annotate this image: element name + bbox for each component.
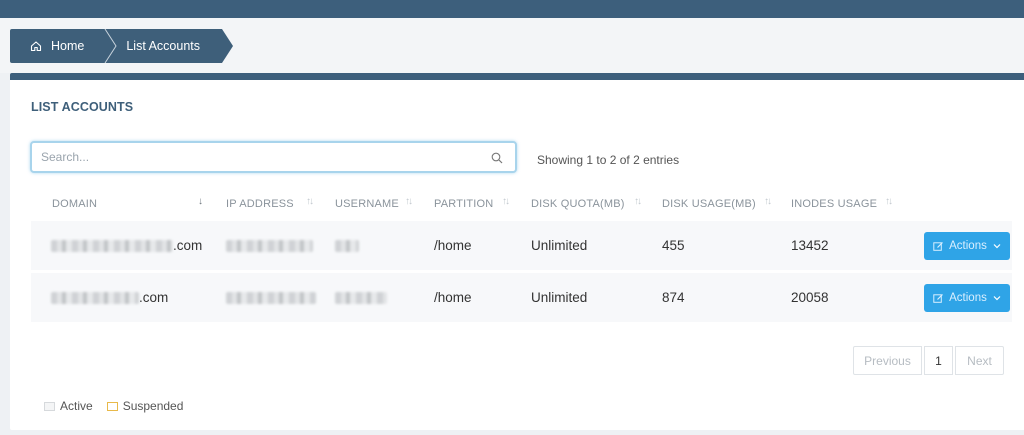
domain-suffix: .com	[173, 238, 203, 253]
sort-desc-icon[interactable]: ↓	[198, 196, 203, 207]
column-label: DISK USAGE(MB)	[662, 198, 756, 210]
table-row: .com /home Unlimited 455 13452 Actions	[31, 221, 1012, 270]
sort-icon[interactable]: ↑↓	[405, 196, 413, 207]
disk-quota-cell: Unlimited	[531, 290, 588, 305]
active-swatch	[44, 401, 55, 411]
legend-label: Suspended	[122, 399, 184, 413]
breadcrumb-home-label: Home	[51, 39, 85, 53]
legend-active: Active	[44, 399, 93, 413]
top-bar	[0, 0, 1024, 18]
sort-icon[interactable]: ↑↓	[502, 196, 510, 207]
column-disk-usage[interactable]: DISK USAGE(MB)	[662, 194, 756, 214]
actions-button[interactable]: Actions	[924, 232, 1010, 260]
sort-icon[interactable]: ↑↓	[306, 196, 314, 207]
edit-icon	[933, 241, 944, 252]
actions-button[interactable]: Actions	[924, 284, 1010, 312]
chevron-down-icon	[993, 295, 1001, 301]
column-inodes-usage[interactable]: INODES USAGE	[791, 194, 877, 214]
username-cell	[335, 273, 387, 322]
column-partition[interactable]: PARTITION	[434, 194, 493, 214]
disk-usage-cell: 874	[662, 290, 685, 305]
column-label: INODES USAGE	[791, 198, 878, 210]
domain-cell: .com	[51, 273, 168, 322]
redacted-text	[335, 291, 387, 304]
column-label: PARTITION	[434, 198, 494, 210]
redacted-text	[335, 239, 359, 252]
pagination-previous[interactable]: Previous	[853, 346, 922, 375]
table-header: DOMAIN ↓ IP ADDRESS ↑↓ USERNAME ↑↓ PARTI…	[31, 194, 1012, 214]
breadcrumb-current: List Accounts	[120, 29, 222, 63]
inodes-usage-cell: 13452	[791, 238, 829, 253]
pagination-page-1[interactable]: 1	[924, 346, 953, 375]
sort-icon[interactable]: ↑↓	[634, 196, 642, 207]
ip-cell	[226, 221, 313, 270]
suspended-swatch	[106, 401, 118, 411]
edit-icon	[933, 293, 944, 304]
entries-info: Showing 1 to 2 of 2 entries	[537, 153, 680, 167]
actions-label: Actions	[949, 292, 987, 304]
redacted-text	[51, 239, 173, 252]
redacted-text	[51, 291, 139, 304]
column-label: DOMAIN	[52, 198, 98, 210]
redacted-text	[226, 239, 313, 252]
legend-suspended: Suspended	[106, 399, 184, 413]
column-domain[interactable]: DOMAIN	[52, 194, 97, 214]
breadcrumb-arrow	[222, 29, 233, 63]
breadcrumb-separator	[102, 29, 121, 63]
partition-cell: /home	[434, 238, 472, 253]
home-icon	[30, 40, 42, 52]
sort-icon[interactable]: ↑↓	[885, 196, 893, 207]
chevron-down-icon	[993, 243, 1001, 249]
column-disk-quota[interactable]: DISK QUOTA(MB)	[531, 194, 625, 214]
panel-title: LIST ACCOUNTS	[31, 100, 134, 114]
sort-icon[interactable]: ↑↓	[764, 196, 772, 207]
status-legend: Active Suspended	[44, 399, 197, 413]
disk-usage-cell: 455	[662, 238, 685, 253]
disk-quota-cell: Unlimited	[531, 238, 588, 253]
column-label: IP ADDRESS	[226, 198, 294, 210]
pagination-next[interactable]: Next	[955, 346, 1004, 375]
search-box	[30, 141, 517, 173]
search-input[interactable]	[32, 143, 472, 171]
domain-cell: .com	[51, 221, 202, 270]
actions-label: Actions	[949, 240, 987, 252]
inodes-usage-cell: 20058	[791, 290, 829, 305]
column-label: USERNAME	[335, 198, 399, 210]
breadcrumb-home[interactable]: Home	[10, 29, 103, 63]
ip-cell	[226, 273, 316, 322]
username-cell	[335, 221, 359, 270]
table-row: .com /home Unlimited 874 20058 Actions	[31, 273, 1012, 322]
column-ip-address[interactable]: IP ADDRESS	[226, 194, 294, 214]
redacted-text	[226, 291, 316, 304]
partition-cell: /home	[434, 290, 472, 305]
search-icon[interactable]	[491, 151, 503, 169]
column-username[interactable]: USERNAME	[335, 194, 399, 214]
accounts-panel: LIST ACCOUNTS Showing 1 to 2 of 2 entrie…	[10, 73, 1024, 430]
column-label: DISK QUOTA(MB)	[531, 198, 625, 210]
legend-label: Active	[60, 399, 93, 413]
domain-suffix: .com	[139, 290, 169, 305]
breadcrumb: Home List Accounts	[10, 29, 233, 63]
pagination: Previous 1 Next	[853, 346, 1004, 375]
